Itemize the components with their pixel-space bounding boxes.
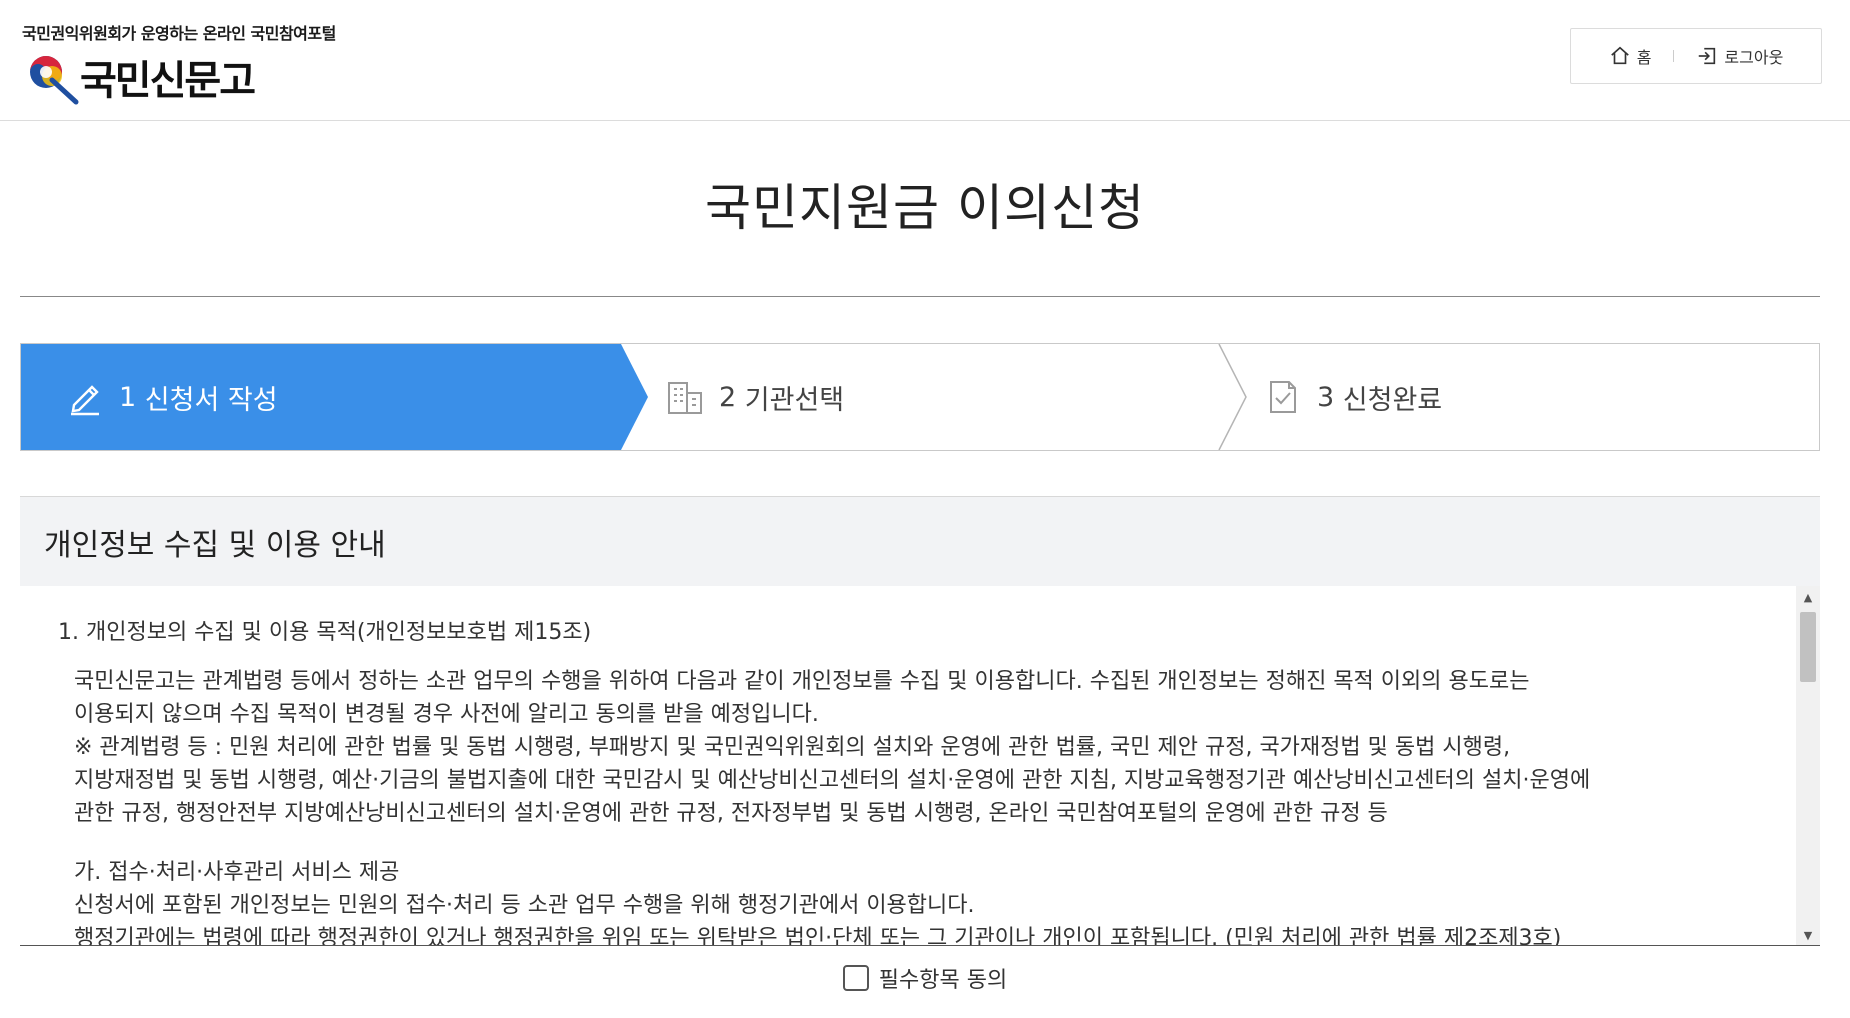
privacy-heading: 개인정보 수집 및 이용 안내 xyxy=(20,496,1820,586)
home-icon xyxy=(1610,46,1629,65)
logo-emblem-icon xyxy=(30,56,79,105)
privacy-content: 1. 개인정보의 수집 및 이용 목적(개인정보보호법 제15조) 국민신문고는… xyxy=(58,616,1778,946)
step-2-divider xyxy=(1218,344,1247,450)
logo-name: 국민신문고 xyxy=(80,57,256,104)
privacy-content-scrollbox[interactable]: 1. 개인정보의 수집 및 이용 목적(개인정보보호법 제15조) 국민신문고는… xyxy=(20,586,1820,946)
privacy-item-1-line: ※ 관계법령 등 : 민원 처리에 관한 법률 및 동법 시행령, 부패방지 및… xyxy=(74,735,1511,760)
privacy-item-1-title: 1. 개인정보의 수집 및 이용 목적(개인정보보호법 제15조) xyxy=(58,620,592,645)
privacy-item-1-line: 이용되지 않으며 수집 목적이 변경될 경우 사전에 알리고 동의를 받을 예정… xyxy=(74,702,819,727)
step-1[interactable]: 1 신청서 작성 xyxy=(65,344,278,450)
privacy-sub-a-line: 신청서에 포함된 개인정보는 민원의 접수·처리 등 소관 업무 수행을 위해 … xyxy=(74,893,975,918)
step-indicator: 1 신청서 작성 2 기관선택 3 신청완료 xyxy=(20,343,1820,451)
logo-tagline: 국민권익위원회가 운영하는 온라인 국민참여포털 xyxy=(22,24,336,43)
privacy-notice-section: 개인정보 수집 및 이용 안내 1. 개인정보의 수집 및 이용 목적(개인정보… xyxy=(20,496,1820,946)
scrollbar-thumb[interactable] xyxy=(1800,612,1816,682)
site-header: 국민권익위원회가 운영하는 온라인 국민참여포털 국민신문고 홈 로그아웃 xyxy=(0,0,1850,121)
consent-checkbox[interactable] xyxy=(842,965,869,991)
site-logo[interactable]: 국민권익위원회가 운영하는 온라인 국민참여포털 국민신문고 xyxy=(22,18,402,105)
privacy-sub-a-line: 행정기관에는 법령에 따라 행정권한이 있거나 행정권한을 위임 또는 위탁받은… xyxy=(74,926,1562,946)
step-1-number: 1 xyxy=(119,381,137,413)
vertical-scrollbar[interactable]: ▲ ▼ xyxy=(1796,586,1820,945)
privacy-sub-a-title: 가. 접수·처리·사후관리 서비스 제공 xyxy=(74,860,400,885)
privacy-item-1-line: 지방재정법 및 동법 시행령, 예산·기금의 불법지출에 대한 국민감시 및 예… xyxy=(74,768,1591,793)
step-3-label: 신청완료 xyxy=(1342,384,1443,416)
logout-icon xyxy=(1699,47,1716,65)
building-icon xyxy=(668,382,702,414)
privacy-item-1-body: 국민신문고는 관계법령 등에서 정하는 소관 업무의 수행을 위하여 다음과 같… xyxy=(58,665,1778,946)
step-backgrounds xyxy=(21,344,1247,450)
step-2-number: 2 xyxy=(719,381,737,413)
step-2[interactable]: 2 기관선택 xyxy=(665,344,844,450)
logout-label: 로그아웃 xyxy=(1724,48,1784,67)
scroll-up-arrow-icon[interactable]: ▲ xyxy=(1796,586,1820,608)
consent-label: 필수항목 동의 xyxy=(878,968,1008,993)
page-title: 국민지원금 이의신청 xyxy=(705,179,1145,237)
home-label: 홈 xyxy=(1636,48,1652,67)
step-2-label: 기관선택 xyxy=(744,384,845,416)
privacy-item-1-line: 국민신문고는 관계법령 등에서 정하는 소관 업무의 수행을 위하여 다음과 같… xyxy=(74,669,1530,694)
scroll-down-arrow-icon[interactable]: ▼ xyxy=(1796,924,1820,945)
step-3[interactable]: 3 신청완료 xyxy=(1263,344,1442,450)
pencil-icon xyxy=(71,385,99,416)
privacy-item-1-line: 관한 규정, 행정안전부 지방예산낭비신고센터의 설치·운영에 관한 규정, 전… xyxy=(74,801,1388,826)
home-link[interactable]: 홈 xyxy=(1587,44,1674,68)
document-check-icon xyxy=(1270,381,1296,413)
required-consent[interactable]: 필수항목 동의 xyxy=(0,962,1850,994)
title-divider xyxy=(20,296,1820,297)
step-3-number: 3 xyxy=(1317,381,1335,413)
logout-link[interactable]: 로그아웃 xyxy=(1674,44,1805,68)
utility-menu: 홈 로그아웃 xyxy=(1570,28,1822,84)
step-1-label: 신청서 작성 xyxy=(144,384,278,416)
